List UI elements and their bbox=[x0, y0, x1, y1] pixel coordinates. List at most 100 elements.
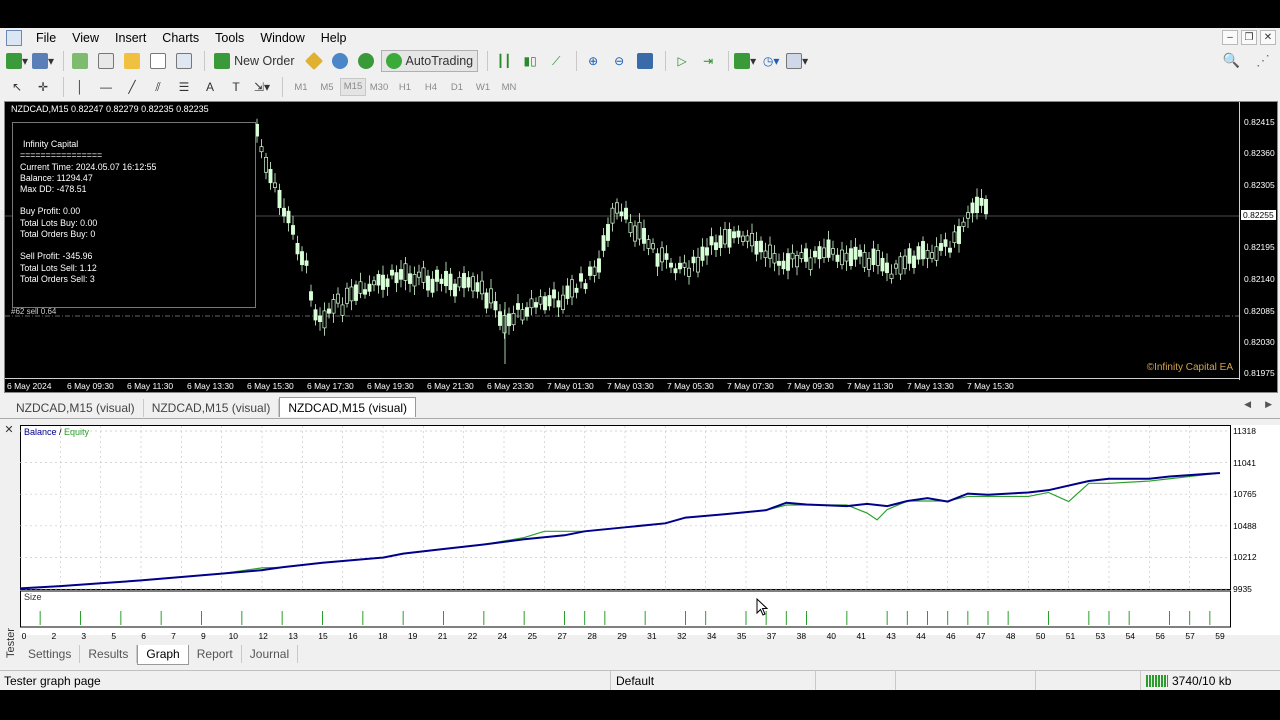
x-tick-label: 38 bbox=[796, 631, 807, 641]
chart-shift-icon[interactable]: ⇥ bbox=[697, 50, 719, 72]
chart-tab-1[interactable]: NZDCAD,M15 (visual) bbox=[8, 399, 144, 417]
tab-settings[interactable]: Settings bbox=[20, 645, 81, 663]
candle-body bbox=[858, 249, 862, 257]
timeframe-m5[interactable]: M5 bbox=[314, 82, 340, 93]
new-order-button[interactable]: New Order bbox=[210, 50, 298, 72]
bar-chart-icon[interactable]: ┃┃ bbox=[493, 50, 515, 72]
tile-windows-icon[interactable] bbox=[634, 50, 656, 72]
data-window-icon[interactable] bbox=[95, 50, 117, 72]
toolbar-separator bbox=[282, 77, 283, 97]
timeframe-mn[interactable]: MN bbox=[496, 82, 522, 93]
info-max-dd: Max DD: -478.51 bbox=[20, 184, 87, 195]
candle-body bbox=[880, 257, 885, 272]
balance-graph[interactable]: Balance / Equity Size 11318 11041 10765 104… bbox=[20, 425, 1280, 641]
scroll-left-icon[interactable]: ◀ bbox=[1244, 399, 1251, 410]
time-tick: 6 May 13:30 bbox=[187, 381, 234, 391]
more-icon[interactable]: ⋰ bbox=[1256, 52, 1270, 69]
text-icon[interactable]: A bbox=[199, 76, 221, 98]
menu-insert[interactable]: Insert bbox=[107, 28, 154, 48]
timeframe-m30[interactable]: M30 bbox=[366, 82, 392, 93]
candle-body bbox=[588, 266, 592, 276]
restore-icon[interactable]: ❐ bbox=[1241, 30, 1257, 45]
line-chart-icon[interactable]: ⟋ bbox=[545, 50, 567, 72]
vps-icon[interactable] bbox=[329, 50, 351, 72]
candle-body bbox=[615, 202, 619, 214]
timeframe-d1[interactable]: D1 bbox=[444, 82, 470, 93]
timeframe-m1[interactable]: M1 bbox=[288, 82, 314, 93]
templates-icon[interactable]: ▾ bbox=[786, 50, 808, 72]
tab-journal[interactable]: Journal bbox=[242, 645, 299, 663]
menu-file[interactable]: File bbox=[28, 28, 64, 48]
candle-body bbox=[939, 243, 943, 251]
horizontal-line-icon[interactable]: — bbox=[95, 76, 117, 98]
crosshair-icon[interactable]: ✛ bbox=[32, 76, 54, 98]
equidistant-channel-icon[interactable]: ⫽ bbox=[147, 76, 169, 98]
legend-balance: Balance bbox=[24, 427, 57, 437]
navigator-icon[interactable] bbox=[121, 50, 143, 72]
terminal-icon[interactable] bbox=[147, 50, 169, 72]
timeframe-h4[interactable]: H4 bbox=[418, 82, 444, 93]
auto-scroll-icon[interactable]: ▷ bbox=[671, 50, 693, 72]
fibonacci-icon[interactable]: ☰ bbox=[173, 76, 195, 98]
candle-body bbox=[331, 299, 336, 314]
timeframe-m15[interactable]: M15 bbox=[340, 78, 366, 96]
candle-body bbox=[804, 248, 808, 262]
chart-tab-3[interactable]: NZDCAD,M15 (visual) bbox=[279, 397, 417, 417]
candle-body bbox=[975, 196, 979, 213]
candle-body bbox=[871, 248, 876, 266]
status-separator bbox=[815, 671, 816, 690]
vertical-line-icon[interactable]: │ bbox=[69, 76, 91, 98]
candle-body bbox=[795, 255, 799, 268]
strategy-tester-icon[interactable] bbox=[173, 50, 195, 72]
timeframe-w1[interactable]: W1 bbox=[470, 82, 496, 93]
zoom-in-icon[interactable]: ⊕ bbox=[582, 50, 604, 72]
candle-body bbox=[439, 278, 444, 284]
metaeditor-icon[interactable] bbox=[303, 50, 325, 72]
candle-body bbox=[453, 283, 457, 297]
search-icon[interactable]: 🔍 bbox=[1223, 52, 1240, 69]
candle-body bbox=[561, 294, 565, 310]
line-studies-toolbar: ↖ ✛ │ — ╱ ⫽ ☰ A T ⇲▾ M1 M5 M15 M30 H1 H4… bbox=[0, 74, 1280, 100]
candle-body bbox=[763, 250, 768, 259]
candle-body bbox=[813, 250, 817, 258]
trendline-icon[interactable]: ╱ bbox=[121, 76, 143, 98]
close-icon[interactable]: ✕ bbox=[1260, 30, 1276, 45]
market-watch-icon[interactable] bbox=[69, 50, 91, 72]
candlestick-icon[interactable]: ▮▯ bbox=[519, 50, 541, 72]
x-tick-label: 21 bbox=[437, 631, 448, 641]
indicators-icon[interactable]: ▾ bbox=[734, 50, 756, 72]
autotrading-button[interactable]: AutoTrading bbox=[380, 50, 479, 72]
minimize-icon[interactable]: – bbox=[1222, 30, 1238, 45]
text-label-icon[interactable]: T bbox=[225, 76, 247, 98]
arrows-icon[interactable]: ⇲▾ bbox=[251, 76, 273, 98]
x-tick-label: 6 bbox=[141, 631, 146, 641]
close-icon[interactable]: ✕ bbox=[2, 423, 16, 436]
chart-tab-2[interactable]: NZDCAD,M15 (visual) bbox=[144, 399, 280, 417]
candle-body bbox=[304, 260, 309, 266]
price-chart[interactable]: NZDCAD,M15 0.82247 0.82279 0.82235 0.822… bbox=[4, 101, 1278, 393]
new-chart-icon[interactable]: ▾ bbox=[6, 50, 28, 72]
signals-icon[interactable] bbox=[355, 50, 377, 72]
cursor-icon[interactable]: ↖ bbox=[6, 76, 28, 98]
scroll-right-icon[interactable]: ▶ bbox=[1265, 399, 1272, 410]
size-label: Size bbox=[24, 592, 42, 602]
profiles-icon[interactable]: ▾ bbox=[32, 50, 54, 72]
new-order-icon bbox=[214, 53, 231, 69]
menu-charts[interactable]: Charts bbox=[154, 28, 207, 48]
menu-window[interactable]: Window bbox=[252, 28, 312, 48]
info-divider: ================ bbox=[20, 150, 103, 161]
periods-icon[interactable]: ◷▾ bbox=[760, 50, 782, 72]
timeframe-h1[interactable]: H1 bbox=[392, 82, 418, 93]
candle-body bbox=[291, 225, 295, 235]
menu-tools[interactable]: Tools bbox=[207, 28, 252, 48]
candle-body bbox=[475, 282, 480, 292]
zoom-out-icon[interactable]: ⊖ bbox=[608, 50, 630, 72]
tab-report[interactable]: Report bbox=[189, 645, 242, 663]
candle-body bbox=[669, 262, 673, 268]
tab-results[interactable]: Results bbox=[80, 645, 138, 663]
candle-body bbox=[781, 260, 786, 270]
menu-view[interactable]: View bbox=[64, 28, 107, 48]
menu-help[interactable]: Help bbox=[313, 28, 355, 48]
autotrading-icon bbox=[385, 53, 402, 69]
tab-graph[interactable]: Graph bbox=[137, 645, 189, 665]
